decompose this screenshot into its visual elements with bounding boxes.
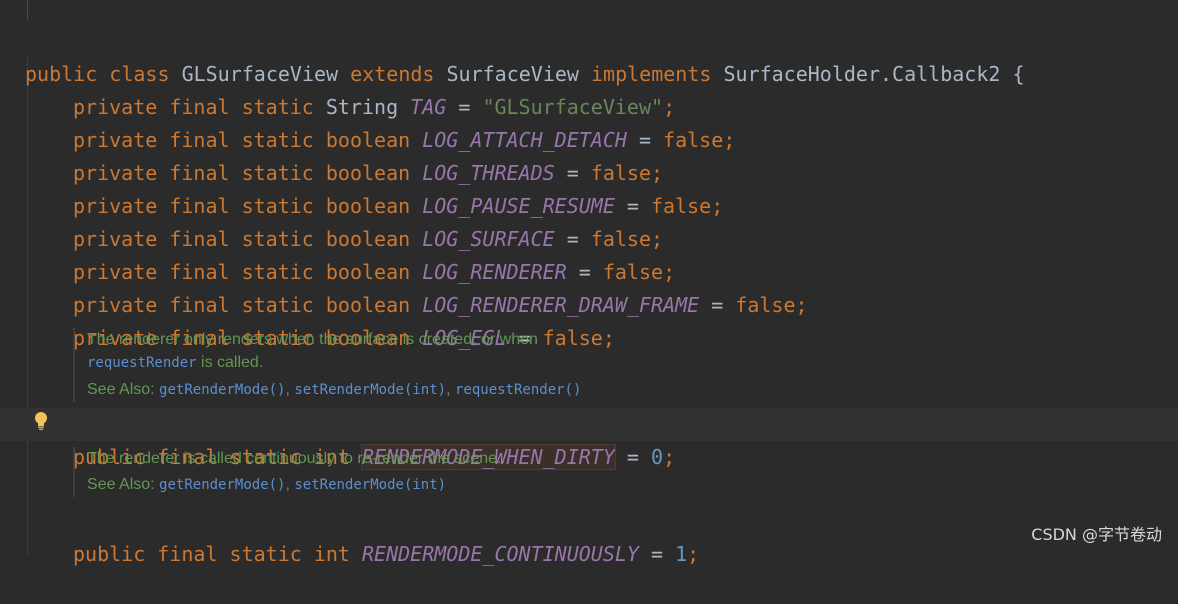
doc-link[interactable]: getRenderMode() [159,382,285,398]
semicolon: ; [687,542,700,566]
doc-link[interactable]: getRenderMode() [159,477,285,493]
doc-link[interactable]: setRenderMode(int) [294,382,446,398]
fold-guide [27,0,28,20]
type-name: int [313,542,350,566]
doc-text: The renderer is called continuously to r… [87,450,502,467]
doc-link[interactable]: setRenderMode(int) [294,477,446,493]
current-line[interactable]: public final static int RENDERMODE_WHEN_… [0,408,1178,470]
number-literal: 1 [675,542,688,566]
doc-comment: The renderer only renders when the surfa… [73,328,1087,402]
field-line[interactable]: public final static int RENDERMODE_CONTI… [0,505,1178,566]
doc-link[interactable]: requestRender [87,355,197,371]
doc-text: is called. [196,354,264,371]
field-line[interactable]: private final static boolean LOG_EGL = f… [0,289,1178,350]
lightbulb-icon[interactable] [33,411,49,433]
doc-comment: The renderer is called continuously to r… [73,447,1087,497]
see-also-label: See Also: [87,381,160,398]
field-line[interactable]: private final static boolean LOG_ATTACH_… [0,91,1178,152]
field-line[interactable]: private final static boolean LOG_PAUSE_R… [0,157,1178,218]
operator: = [651,542,664,566]
code-editor[interactable]: public class GLSurfaceView extends Surfa… [0,0,1178,566]
doc-text: The renderer only renders when the surfa… [87,331,538,348]
field-line[interactable]: private final static boolean LOG_THREADS… [0,124,1178,185]
field-line[interactable]: private final static boolean LOG_RENDERE… [0,223,1178,284]
field-name: RENDERMODE_CONTINUOUSLY [362,542,639,566]
modifiers: public final static [73,542,302,566]
class-declaration-line[interactable]: public class GLSurfaceView extends Surfa… [0,25,1178,86]
see-also-label: See Also: [87,476,160,493]
doc-link[interactable]: requestRender() [455,382,581,398]
field-line[interactable]: private final static boolean LOG_SURFACE… [0,190,1178,251]
separator: , [446,381,455,398]
tag-field-line[interactable]: private final static String TAG = "GLSur… [0,58,1178,119]
field-line[interactable]: private final static boolean LOG_RENDERE… [0,256,1178,317]
watermark: CSDN @字节卷动 [1031,525,1162,544]
